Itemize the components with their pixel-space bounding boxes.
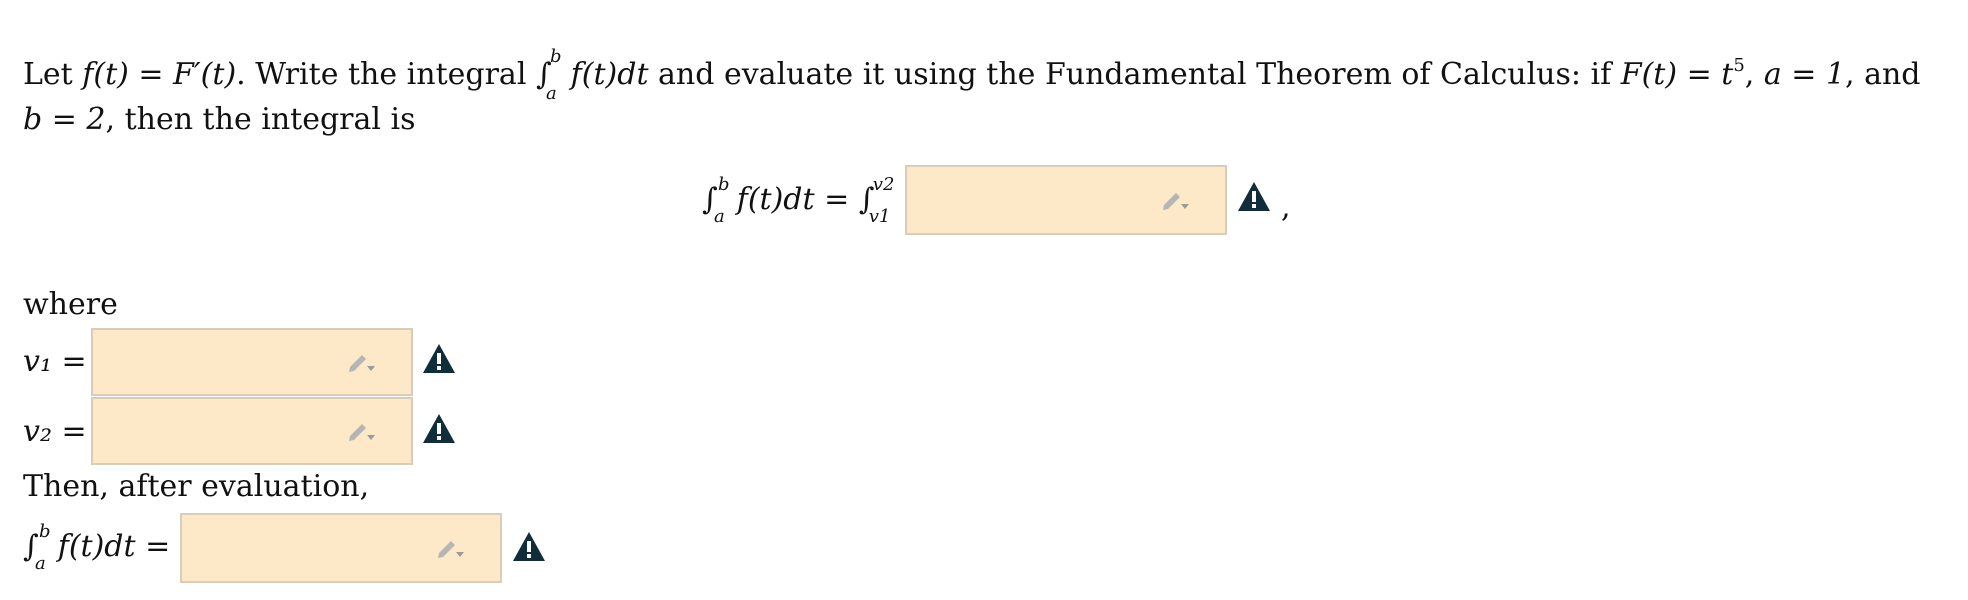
v2-answer-field[interactable] bbox=[91, 397, 413, 465]
lower-limit-v1: v1 bbox=[868, 206, 891, 227]
lower-limit: a bbox=[545, 83, 557, 104]
integrand-answer-field[interactable] bbox=[905, 165, 1227, 235]
equals-sign: = bbox=[145, 529, 171, 564]
v1-answer-field[interactable] bbox=[91, 328, 413, 396]
v1-label: v₁ = bbox=[23, 344, 87, 379]
prompt-text: , then the integral is bbox=[105, 102, 416, 137]
exponent: 5 bbox=[1733, 55, 1745, 76]
v2-label: v₂ = bbox=[23, 414, 87, 449]
trailing-comma: , bbox=[1281, 190, 1291, 225]
integrand: f(t)dt bbox=[570, 57, 649, 92]
prompt-text: , bbox=[1744, 57, 1764, 92]
integral-sign: ∫ b a bbox=[535, 46, 562, 104]
pencil-dropdown-icon[interactable] bbox=[436, 536, 466, 560]
upper-limit: b bbox=[549, 46, 562, 67]
integral-sign: ∫ b a bbox=[702, 174, 730, 227]
where-label: where bbox=[23, 287, 118, 322]
prompt-text: and evaluate it using the Fundamental Th… bbox=[648, 57, 1621, 92]
pencil-dropdown-icon[interactable] bbox=[347, 419, 377, 443]
a-definition: a = 1 bbox=[1763, 57, 1846, 92]
integral-sign: ∫ b a bbox=[23, 521, 51, 574]
prompt-text: , and bbox=[1845, 57, 1921, 92]
warning-triangle-icon[interactable] bbox=[1237, 181, 1271, 213]
integrand: f(t)dt bbox=[736, 182, 815, 217]
integral-sign-v: ∫ v2 v1 bbox=[858, 174, 895, 227]
prompt-text: Let bbox=[23, 57, 83, 92]
warning-triangle-icon[interactable] bbox=[422, 343, 456, 375]
warning-triangle-icon[interactable] bbox=[422, 413, 456, 445]
f-definition: f(t) = F′(t) bbox=[82, 57, 237, 92]
F-definition: F(t) = t bbox=[1620, 57, 1734, 92]
pencil-dropdown-icon[interactable] bbox=[347, 350, 377, 374]
upper-limit-v2: v2 bbox=[872, 174, 895, 195]
then-label: Then, after evaluation, bbox=[23, 469, 370, 504]
main-equation-lhs: ∫ b a f(t)dt = ∫ v2 v1 bbox=[702, 174, 895, 227]
final-equation-lhs: ∫ b a f(t)dt = bbox=[23, 521, 171, 574]
prompt-text: . Write the integral bbox=[236, 57, 536, 92]
equals-sign: = bbox=[824, 182, 850, 217]
integrand: f(t)dt bbox=[57, 529, 136, 564]
warning-triangle-icon[interactable] bbox=[512, 531, 546, 563]
result-answer-field[interactable] bbox=[180, 513, 502, 583]
b-definition: b = 2 bbox=[23, 102, 106, 137]
pencil-dropdown-icon[interactable] bbox=[1161, 188, 1191, 212]
problem-statement: Let f(t) = F′(t). Write the integral ∫ b a… bbox=[23, 46, 1943, 142]
